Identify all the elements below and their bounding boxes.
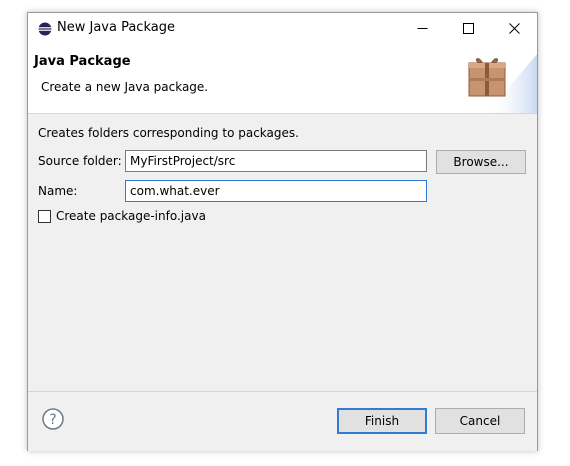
package-info-checkbox-row[interactable]: Create package-info.java	[38, 209, 206, 223]
close-icon	[508, 23, 520, 34]
page-description: Create a new Java package.	[41, 80, 209, 94]
package-info-checkbox[interactable]	[38, 209, 51, 223]
window-title: New Java Package	[57, 20, 175, 35]
wizard-header: Java Package Create a new Java package.	[28, 44, 537, 114]
maximize-button[interactable]	[445, 13, 491, 44]
finish-button[interactable]: Finish	[337, 408, 427, 434]
cancel-button[interactable]: Cancel	[435, 408, 525, 434]
eclipse-icon	[38, 22, 52, 36]
name-input[interactable]	[125, 180, 427, 202]
page-title: Java Package	[34, 54, 131, 69]
svg-text:?: ?	[49, 412, 56, 428]
title-bar[interactable]: New Java Package	[28, 13, 537, 44]
close-button[interactable]	[491, 13, 537, 44]
browse-button[interactable]: Browse...	[436, 150, 526, 174]
help-icon[interactable]: ?	[42, 408, 64, 430]
intro-text: Creates folders corresponding to package…	[38, 126, 299, 140]
new-java-package-dialog: New Java Package Java Package Create a n…	[27, 12, 538, 451]
source-folder-input[interactable]	[125, 150, 427, 172]
maximize-icon	[462, 23, 474, 34]
minimize-icon	[417, 28, 427, 29]
name-label: Name:	[38, 184, 78, 198]
package-icon	[468, 58, 506, 97]
source-folder-label: Source folder:	[38, 154, 122, 168]
package-info-checkbox-label[interactable]: Create package-info.java	[56, 209, 206, 223]
button-bar: ? Finish Cancel	[28, 391, 537, 451]
wizard-body: Creates folders corresponding to package…	[28, 114, 537, 391]
minimize-button[interactable]	[399, 13, 445, 44]
